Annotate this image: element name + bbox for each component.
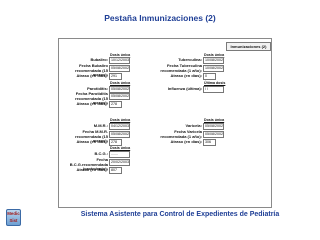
bcg-label: B.C.G.:: [94, 151, 108, 156]
parotiditis-date-field[interactable]: 05/08/2002: [109, 86, 130, 93]
atraso-mmr-field[interactable]: 278: [109, 139, 122, 146]
varicela-label: Varicela:: [185, 123, 202, 128]
tab-inmunizaciones-2[interactable]: Inmunizaciones (2): [226, 42, 271, 51]
atraso-bcg-field[interactable]: 807: [109, 167, 122, 174]
dose-header: Dosis única: [204, 118, 225, 122]
bubaliro-date-field[interactable]: 10/12/2003: [109, 57, 130, 64]
influenza-date-field[interactable]: / /: [203, 86, 224, 93]
atraso-bubaliro-label: Atraso (en días):: [76, 73, 108, 78]
fecha-varicela-label: Fecha Varicela recomendada (1 año):: [160, 129, 202, 139]
fecha-tuberculina-field[interactable]: 10/08/2002: [203, 65, 224, 72]
tuberculina-label: Tuberculina:: [178, 57, 202, 62]
bubaliro-label: Bubaliro:: [90, 57, 108, 62]
atraso-varicela-label: Atraso (en días):: [170, 139, 202, 144]
footer-title: Sistema Asistente para Control de Expedi…: [80, 211, 280, 218]
atraso-parotiditis-field[interactable]: 278: [109, 101, 122, 108]
atraso-bcg-label: Atraso (en días):: [76, 167, 108, 172]
atraso-bubaliro-field[interactable]: 291: [109, 73, 122, 80]
fecha-mmr-field[interactable]: 05/08/2002: [109, 131, 130, 138]
influenza-label: Influenza (última):: [167, 86, 202, 91]
fecha-tuberculina-label: Fecha Tuberculina recomendada (1 año):: [160, 63, 202, 73]
atraso-varicela-field[interactable]: 306: [203, 139, 216, 146]
mmr-label: M.M.R.:: [93, 123, 108, 128]
bcg-field[interactable]: .......: [109, 151, 130, 158]
tuberculina-date-field[interactable]: 10/08/2002: [203, 57, 224, 64]
fecha-varicela-field[interactable]: 05/08/2002: [203, 131, 224, 138]
dose-header: Dosis única: [110, 146, 131, 150]
fecha-bcg-field[interactable]: 20/02/2003: [109, 159, 130, 166]
page-title: Pestaña Inmunizaciones (2): [104, 13, 216, 23]
fecha-parotiditis-field[interactable]: 05/08/2002: [109, 93, 130, 100]
mmr-date-field[interactable]: 04/12/2003: [109, 123, 130, 130]
atraso-parotiditis-label: Atraso (en días):: [76, 101, 108, 106]
last-dose-header: Última dosis: [204, 81, 226, 85]
atraso-mmr-label: Atraso (en días):: [76, 139, 108, 144]
dose-header: Dosis única: [110, 81, 131, 85]
dose-header: Dosis única: [110, 118, 131, 122]
fecha-bubaliro-field[interactable]: 05/08/2002: [109, 65, 130, 72]
atraso-tuberculina-field[interactable]: 0: [203, 73, 216, 80]
atraso-tuberculina-label: Atraso (en días):: [170, 73, 202, 78]
varicela-date-field[interactable]: 05/08/2002: [203, 123, 224, 130]
